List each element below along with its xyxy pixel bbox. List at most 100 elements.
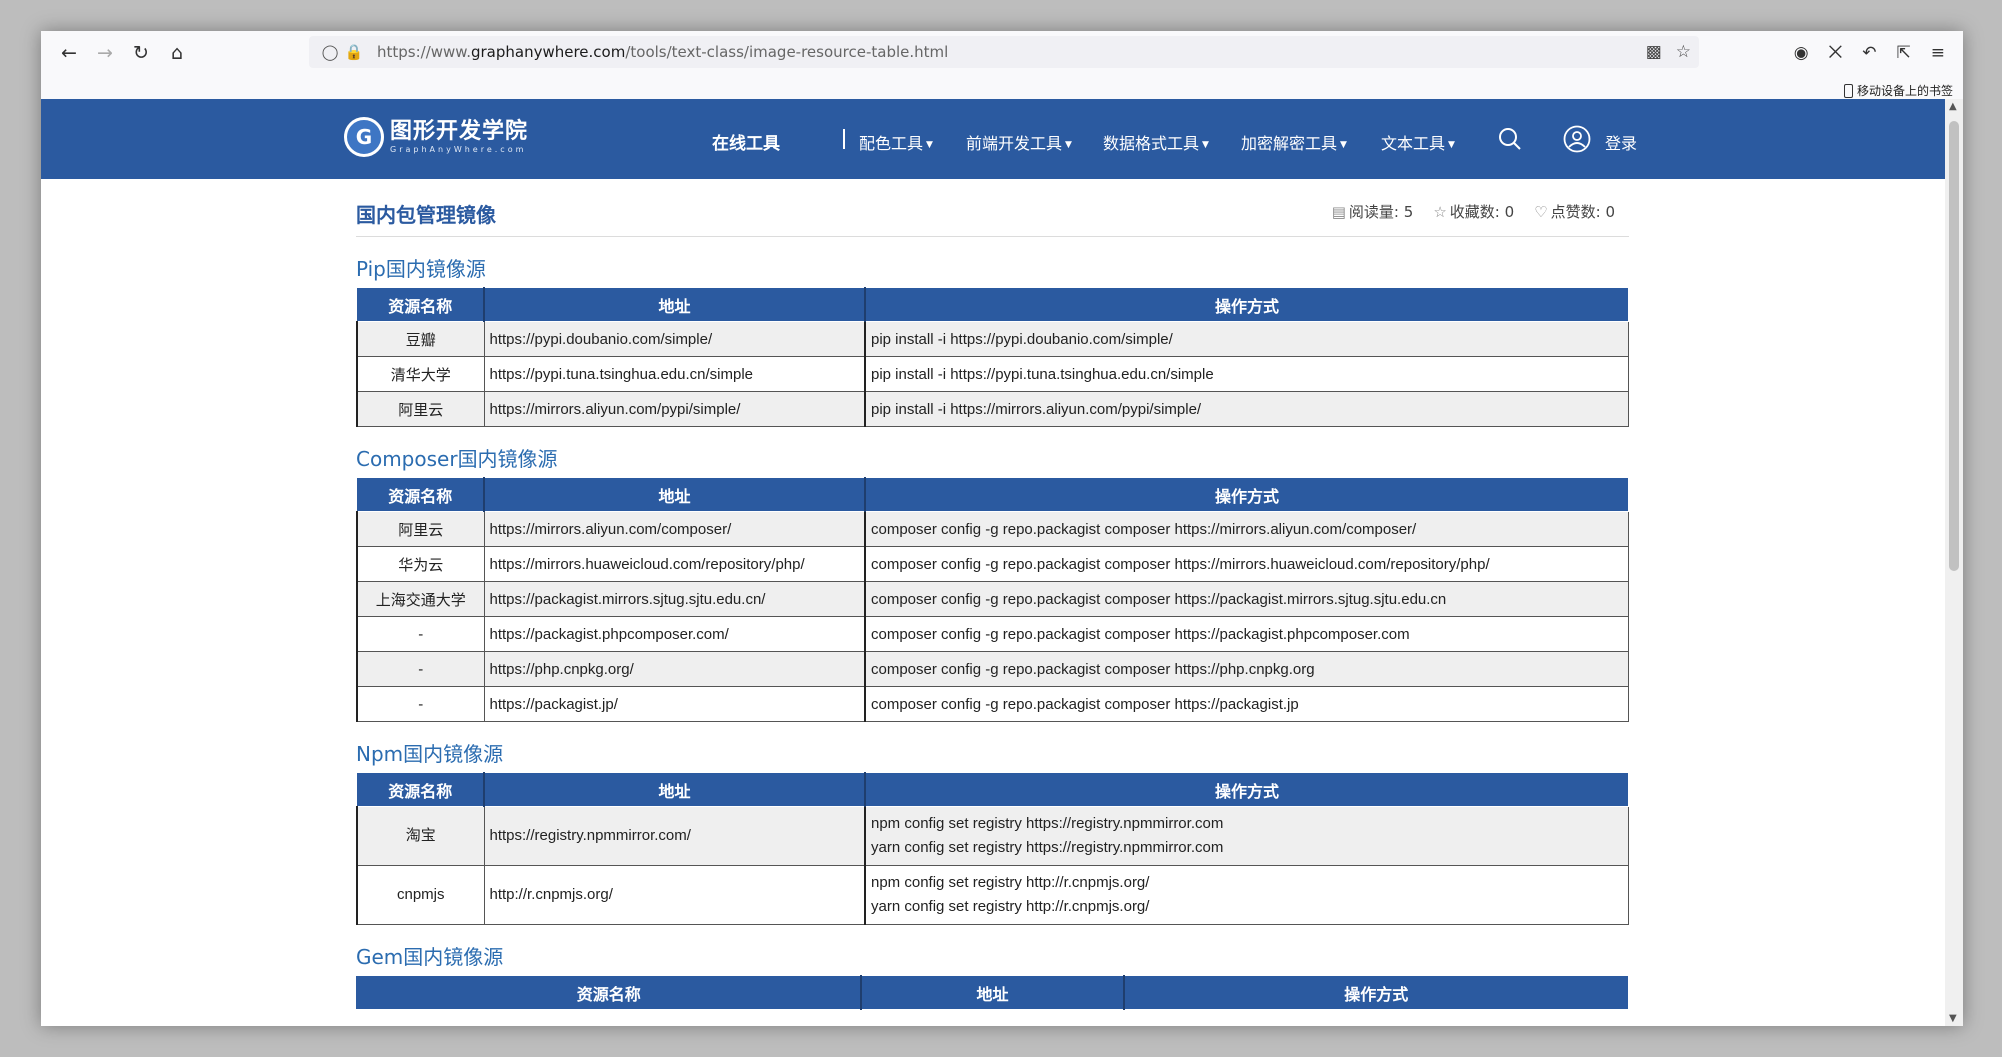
menu-data-format-tools-label: 数据格式工具 [1103, 134, 1200, 153]
column-header-name: 资源名称 [356, 287, 485, 322]
table-header-row: 资源名称 地址 操作方式 [356, 287, 1629, 322]
column-header-cmd: 操作方式 [864, 287, 1629, 322]
table-header-row: 资源名称 地址 操作方式 [356, 772, 1629, 807]
table-header-row: 资源名称 地址 操作方式 [356, 477, 1629, 512]
mirror-table: 资源名称 地址 操作方式 豆瓣 https://pypi.doubanio.com/si… [356, 287, 1629, 427]
cell-command: npm config set registry https://registry… [864, 806, 1629, 866]
section-title: Composer国内镜像源 [356, 447, 558, 471]
crop-icon[interactable]: ⨉ [1829, 43, 1843, 63]
command-line: composer config -g repo.packagist compos… [871, 660, 1315, 678]
caret-down-icon: ▼ [1340, 140, 1347, 150]
command-line: composer config -g repo.packagist compos… [871, 695, 1299, 713]
home-icon[interactable]: ⌂ [159, 35, 195, 71]
page-header: 国内包管理镜像 ▤ 阅读量: 5 ☆ 收藏数: 0 ♡ 点赞数: 0 [356, 179, 1629, 237]
table-row: - https://packagist.phpcomposer.com/compo… [356, 616, 1629, 652]
cell-address: https://mirrors.huaweicloud.com/reposito… [483, 546, 866, 582]
menu-text-tools[interactable]: 文本工具 ▼ [1381, 130, 1455, 154]
table-row: cnpmjs http://r.cnpmjs.org/npm config set… [356, 865, 1629, 925]
table-row: 上海交通大学 https://packagist.mirrors.sjtug.sj… [356, 581, 1629, 617]
cell-name: 清华大学 [356, 356, 485, 392]
likes-stat[interactable]: ♡ 点赞数: 0 [1534, 201, 1615, 222]
table-row: 豆瓣 https://pypi.doubanio.com/simple/pip i… [356, 321, 1629, 357]
menu-frontend-tools-label: 前端开发工具 [966, 134, 1063, 153]
undo-icon[interactable]: ↶ [1862, 43, 1876, 63]
favs-count: 0 [1504, 203, 1515, 221]
scroll-down-icon[interactable]: ▼ [1949, 1013, 1957, 1024]
command-line: npm config set registry https://registry… [871, 815, 1224, 832]
account-icon[interactable]: ◉ [1794, 43, 1809, 63]
likes-count: 0 [1605, 203, 1615, 221]
reads-label: 阅读量: [1348, 203, 1399, 221]
main-menu: 在线工具 配色工具 ▼ 前端开发工具 ▼ 数据格式工具 ▼ 加密解密工具 ▼ 文本工具 ▼… [41, 99, 1945, 179]
mirror-table: 资源名称 地址 操作方式 阿里云 https://mirrors.aliyun.com/… [356, 477, 1629, 722]
menu-frontend-tools[interactable]: 前端开发工具 ▼ [966, 130, 1072, 154]
menu-color-tools[interactable]: 配色工具 ▼ [859, 130, 933, 154]
cell-name: - [356, 616, 485, 652]
shield-icon[interactable]: ◯ [319, 43, 341, 61]
command-line: composer config -g repo.packagist compos… [871, 555, 1490, 573]
cell-command: npm config set registry http://r.cnpmjs.… [864, 865, 1629, 925]
heart-icon: ♡ [1534, 203, 1548, 221]
address-bar[interactable]: ◯ 🔒 https://www.graphanywhere.com/tools/… [309, 36, 1699, 68]
cell-command: composer config -g repo.packagist compos… [864, 686, 1629, 722]
lock-icon[interactable]: 🔒 [343, 43, 365, 61]
command-line: composer config -g repo.packagist compos… [871, 590, 1447, 608]
search-icon[interactable] [1498, 127, 1522, 151]
column-header-addr: 地址 [483, 772, 866, 807]
menu-icon[interactable]: ≡ [1931, 43, 1945, 63]
table-row: 清华大学 https://pypi.tuna.tsinghua.edu.cn/si… [356, 356, 1629, 392]
bookmark-star-icon[interactable]: ☆ [1676, 42, 1691, 62]
table-row: - https://packagist.jp/composer config -g… [356, 686, 1629, 722]
site-header: G 图形开发学院 GraphAnyWhere.com 在线工具 配色工具 ▼ 前端… [41, 99, 1945, 179]
column-header-name: 资源名称 [356, 772, 485, 807]
page-scrollbar[interactable]: ▲ ▼ [1945, 99, 1963, 1026]
menu-text-tools-label: 文本工具 [1381, 134, 1446, 153]
table-row: 阿里云 https://mirrors.aliyun.com/composer/c… [356, 511, 1629, 547]
page-title: 国内包管理镜像 [356, 203, 496, 227]
scroll-thumb[interactable] [1949, 121, 1959, 571]
column-header-addr: 地址 [860, 975, 1125, 1010]
login-link[interactable]: 登录 [1605, 130, 1637, 154]
scroll-up-icon[interactable]: ▲ [1949, 101, 1957, 112]
table-row: 阿里云 https://mirrors.aliyun.com/pypi/simpl… [356, 391, 1629, 427]
table-row: 淘宝 https://registry.npmmirror.com/npm con… [356, 806, 1629, 866]
mirror-sections: Pip国内镜像源 资源名称 地址 操作方式 豆瓣 https://pypi.doubani… [356, 255, 1629, 1010]
cell-address: https://pypi.doubanio.com/simple/ [483, 321, 866, 357]
mobile-bookmarks[interactable]: 移动设备上的书签 [1843, 82, 1953, 99]
menu-crypto-tools[interactable]: 加密解密工具 ▼ [1241, 130, 1347, 154]
cell-name: - [356, 651, 485, 687]
cell-name: 淘宝 [356, 806, 485, 866]
cell-command: composer config -g repo.packagist compos… [864, 546, 1629, 582]
cell-name: 阿里云 [356, 391, 485, 427]
user-icon[interactable] [1563, 125, 1591, 153]
section-title: Npm国内镜像源 [356, 742, 504, 766]
cell-address: https://pypi.tuna.tsinghua.edu.cn/simple [483, 356, 866, 392]
cell-command: pip install -i https://pypi.tuna.tsinghu… [864, 356, 1629, 392]
command-line: npm config set registry http://r.cnpmjs.… [871, 874, 1150, 891]
menu-data-format-tools[interactable]: 数据格式工具 ▼ [1103, 130, 1209, 154]
cell-command: composer config -g repo.packagist compos… [864, 511, 1629, 547]
command-line: pip install -i https://pypi.tuna.tsinghu… [871, 365, 1214, 383]
back-icon[interactable]: ← [51, 35, 87, 71]
cell-address: https://packagist.mirrors.sjtug.sjtu.edu… [483, 581, 866, 617]
menu-online-tools[interactable]: 在线工具 [712, 129, 780, 154]
page-stats: ▤ 阅读量: 5 ☆ 收藏数: 0 ♡ 点赞数: 0 [1332, 201, 1615, 222]
cell-address: https://packagist.phpcomposer.com/ [483, 616, 866, 652]
cell-address: https://registry.npmmirror.com/ [483, 806, 866, 866]
url-text[interactable]: https://www.graphanywhere.com/tools/text… [377, 43, 948, 61]
column-header-cmd: 操作方式 [864, 772, 1629, 807]
qr-code-icon[interactable]: ▩ [1646, 42, 1662, 62]
cell-command: composer config -g repo.packagist compos… [864, 616, 1629, 652]
cell-command: pip install -i https://mirrors.aliyun.co… [864, 391, 1629, 427]
cell-address: https://packagist.jp/ [483, 686, 866, 722]
mirror-table: 资源名称 地址 操作方式 淘宝 https://registry.npmmirror.c… [356, 772, 1629, 925]
favs-stat[interactable]: ☆ 收藏数: 0 [1433, 201, 1514, 222]
section-title: Pip国内镜像源 [356, 257, 486, 281]
forward-icon[interactable]: → [87, 35, 123, 71]
cell-command: composer config -g repo.packagist compos… [864, 581, 1629, 617]
reload-icon[interactable]: ↻ [123, 35, 159, 71]
star-icon: ☆ [1433, 203, 1447, 221]
url-host: graphanywhere.com [470, 43, 626, 61]
cell-address: http://r.cnpmjs.org/ [483, 865, 866, 925]
extensions-icon[interactable]: ⇱ [1897, 43, 1911, 63]
